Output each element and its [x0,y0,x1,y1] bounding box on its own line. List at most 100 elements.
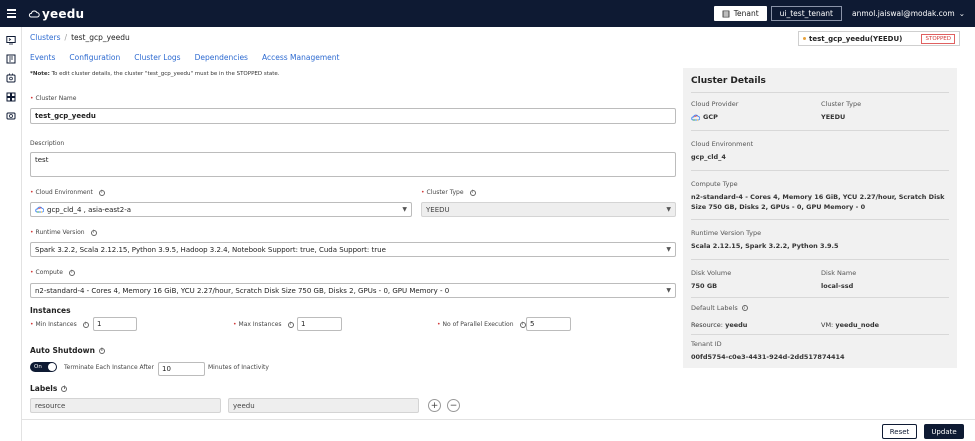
auto-shutdown-title: Auto Shutdown i [30,346,105,355]
tab-access-management[interactable]: Access Management [262,53,339,65]
status-dot-icon [803,37,806,40]
breadcrumb-current: test_gcp_yeedu [71,33,130,42]
terminate-minutes-input[interactable]: 10 [158,362,205,376]
info-icon[interactable]: i [68,269,75,276]
info-icon[interactable]: i [90,229,97,236]
label-key-input[interactable]: resource [30,398,221,413]
info-icon[interactable]: i [98,189,105,196]
notebook-icon[interactable] [6,54,16,64]
info-icon[interactable]: i [98,347,105,354]
edit-note: *Note: To edit cluster details, the clus… [30,71,280,77]
tab-cluster-logs[interactable]: Cluster Logs [134,53,180,65]
runtime-version-select[interactable]: Spark 3.2.2, Scala 2.12.15, Python 3.9.5… [30,242,676,257]
tenant-name[interactable]: ui_test_tenant [770,6,842,21]
cluster-status-name: test_gcp_yeedu(YEEDU) [809,34,903,43]
details-cloud-env-label: Cloud Environment [691,140,754,148]
cloud-environment-select[interactable]: gcp_cld_4 , asia-east2-a ▼ [30,202,412,217]
footer-divider [22,419,975,420]
dropdown-caret-icon: ▼ [666,206,671,213]
disk-volume-label: Disk Volume [691,269,732,277]
info-icon[interactable]: i [469,189,476,196]
max-instances-input[interactable]: 1 [297,317,342,331]
disk-volume-value: 750 GB [691,282,718,290]
cloud-logo-icon [28,10,40,17]
tab-events[interactable]: Events [30,53,55,65]
breadcrumb-clusters-link[interactable]: Clusters [30,33,61,42]
parallel-execution-input[interactable]: 5 [526,317,571,331]
dashboard-icon[interactable] [6,92,16,102]
compute-select[interactable]: n2-standard-4 - Cores 4, Memory 16 GiB, … [30,283,676,298]
note-text: To edit cluster details, the cluster "te… [51,71,280,77]
note-prefix: *Note: [30,71,50,77]
divider [691,130,949,131]
cloud-provider-value: GCP [691,112,718,122]
top-bar: yeedu Tenant ui_test_tenant anmol.jaiswa… [0,0,975,27]
gcp-icon [691,114,700,120]
dropdown-caret-icon: ▼ [666,287,671,294]
details-cluster-type-label: Cluster Type [821,100,862,108]
storage-icon[interactable] [6,111,16,121]
label-value-input[interactable]: yeedu [228,398,419,413]
tab-dependencies[interactable]: Dependencies [195,53,248,65]
labels-title: Labels i [30,384,68,393]
tenant-button[interactable]: Tenant [713,6,767,21]
update-button[interactable]: Update [924,424,964,439]
building-icon [722,10,730,17]
reset-button[interactable]: Reset [882,424,917,439]
divider [691,170,949,171]
cluster-name-label: • Cluster Name [30,95,77,102]
cloud-provider-label: Cloud Provider [691,100,739,108]
cluster-name-input[interactable]: test_gcp_yeedu [30,108,676,124]
disk-name-label: Disk Name [821,269,857,277]
info-icon[interactable]: i [741,305,748,311]
menu-icon[interactable] [0,9,22,18]
terminate-suffix: Minutes of Inactivity [208,364,269,371]
tenant-button-label: Tenant [733,9,759,18]
description-label: Description [30,140,65,147]
details-title: Cluster Details [691,76,766,86]
min-instances-input[interactable]: 1 [93,317,137,331]
vm-label-row: VM: yeedu_node [821,321,880,329]
info-icon[interactable]: i [287,321,294,328]
details-runtime-type-value: Scala 2.12.15, Spark 3.2.2, Python 3.9.5 [691,242,839,250]
details-cloud-env-value: gcp_cld_4 [691,153,726,161]
divider [691,259,949,260]
cluster-status-card: test_gcp_yeedu(YEEDU) STOPPED [798,31,960,46]
toggle-label: On [34,364,42,370]
remove-label-button[interactable]: − [447,399,460,412]
toggle-knob [48,363,56,371]
details-cluster-type-value: YEEDU [821,113,846,121]
terminate-label: Terminate Each Instance After [64,364,154,371]
dropdown-caret-icon: ▼ [666,246,671,253]
console-icon[interactable] [6,35,16,45]
logo[interactable]: yeedu [28,7,84,21]
cluster-type-label: • Cluster Type i [421,189,476,196]
disk-name-value: local-ssd [821,282,854,290]
add-label-button[interactable]: + [428,399,441,412]
resource-label-row: Resource: yeedu [691,321,748,329]
cluster-type-select: YEEDU ▼ [421,202,676,217]
info-icon[interactable]: i [82,321,89,328]
breadcrumb-separator: / [64,33,68,42]
resource-label-value: yeedu [725,321,748,329]
max-instances-label: • Max Instances i [233,321,294,328]
info-icon[interactable]: i [519,321,526,328]
side-rail [0,27,22,441]
divider [691,297,949,298]
cluster-icon[interactable] [6,73,16,83]
divider [691,92,949,93]
user-menu[interactable]: anmol.jaiswal@modak.com ⌄ [852,9,965,18]
tab-configuration[interactable]: Configuration [69,53,120,65]
info-icon[interactable]: i [61,385,68,392]
description-textarea[interactable]: test [30,152,676,177]
default-labels-label: Default Labels i [691,304,748,312]
compute-label: • Compute i [30,269,75,276]
auto-shutdown-toggle[interactable]: On [30,362,57,372]
cluster-tabs: Events Configuration Cluster Logs Depend… [30,53,339,65]
details-runtime-type-label: Runtime Version Type [691,229,762,237]
details-compute-type-label: Compute Type [691,180,738,188]
tenant-id-label: Tenant ID [691,340,722,348]
cloud-environment-label: • Cloud Environment i [30,189,105,196]
status-badge: STOPPED [921,33,955,44]
divider [691,334,949,335]
